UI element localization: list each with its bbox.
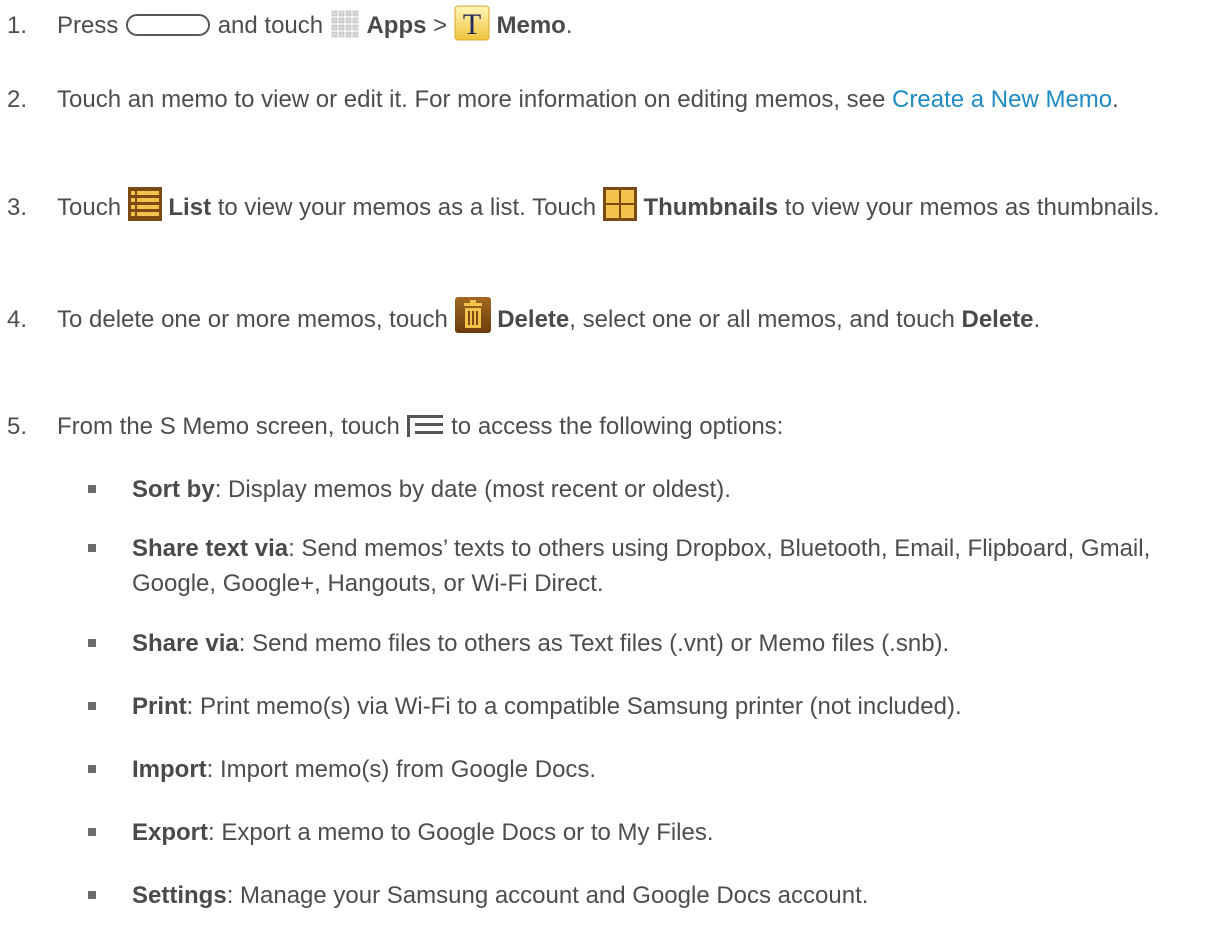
delete-icon (454, 296, 491, 333)
bullet-square-icon (88, 485, 96, 493)
thumbnails-view-icon (602, 186, 637, 221)
delete-label: Delete (497, 306, 570, 333)
option-desc: : Export a memo to Google Docs or to My … (208, 819, 714, 846)
bullet-square-icon (88, 702, 96, 710)
step-number: 4. (7, 306, 28, 333)
step-5: 5. From the S Memo screen, touch to acce… (7, 409, 1207, 444)
step-number: 5. (7, 413, 28, 440)
apps-grid-icon (330, 9, 360, 39)
step-1: 1. Press and touch Apps > T Memo. (7, 5, 1207, 45)
option-term: Export (132, 819, 209, 846)
option-desc: : Print memo(s) via Wi-Fi to a compatibl… (186, 693, 962, 720)
option-term: Share text via (132, 535, 289, 562)
step-2: 2. Touch an memo to view or edit it. For… (7, 82, 1207, 117)
menu-key-icon (406, 413, 444, 437)
step-text: Touch List to view your memos as a list.… (57, 186, 1207, 226)
option-desc: : Display memos by date (most recent or … (214, 476, 731, 503)
thumbnails-label: Thumbnails (643, 194, 779, 221)
step-3: 3. Touch List to view your memos as a li… (7, 186, 1207, 226)
bullet-square-icon (88, 544, 96, 552)
bullet-square-icon (88, 891, 96, 899)
create-new-memo-link[interactable]: Create a New Memo (892, 86, 1112, 113)
bullet-square-icon (88, 828, 96, 836)
step-number: 1. (7, 12, 28, 39)
option-term: Share via (132, 630, 239, 657)
step-text: Touch an memo to view or edit it. For mo… (57, 86, 1119, 113)
option-term: Sort by (132, 476, 215, 503)
memo-label: Memo (496, 12, 566, 39)
bullet-square-icon (88, 765, 96, 773)
option-desc: : Send memo files to others as Text file… (238, 630, 950, 657)
memo-glyph: T (463, 8, 481, 41)
list-label: List (168, 194, 212, 221)
home-key-icon (125, 12, 211, 38)
step-text: From the S Memo screen, touch to access … (57, 413, 784, 440)
step-4: 4. To delete one or more memos, touch De… (7, 296, 1207, 339)
step-text: To delete one or more memos, touch Delet… (57, 296, 1207, 339)
option-term: Print (132, 693, 187, 720)
apps-label: Apps (366, 12, 427, 39)
bullet-square-icon (88, 639, 96, 647)
list-view-icon (127, 186, 162, 221)
delete-confirm-label: Delete (961, 306, 1034, 333)
memo-app-icon: T (454, 5, 490, 41)
step-text: Press and touch Apps > T Memo. (57, 5, 1207, 45)
option-desc: : Import memo(s) from Google Docs. (206, 756, 597, 783)
option-term: Settings (132, 882, 227, 909)
option-term: Import (132, 756, 207, 783)
option-desc: : Manage your Samsung account and Google… (226, 882, 869, 909)
step-number: 3. (7, 194, 28, 221)
step-number: 2. (7, 86, 28, 113)
